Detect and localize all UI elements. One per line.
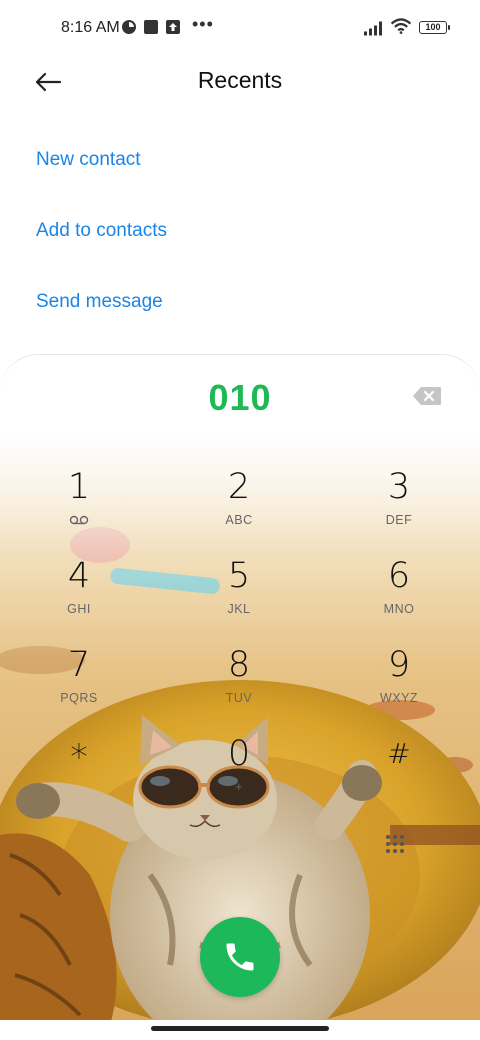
key-hash[interactable]: # <box>339 734 459 814</box>
status-time: 8:16 AM <box>61 19 120 36</box>
key-letters: MNO <box>383 602 415 616</box>
wifi-icon <box>390 18 412 34</box>
key-digit: 6 <box>387 556 411 596</box>
backspace-icon[interactable] <box>412 386 442 406</box>
home-indicator[interactable] <box>151 1026 329 1031</box>
key-letters: JKL <box>227 602 251 616</box>
key-star[interactable]: * <box>19 738 139 818</box>
key-letters: + <box>235 780 243 794</box>
keypad-grid-icon[interactable] <box>384 833 406 855</box>
key-digit: 4 <box>67 556 91 596</box>
square-notification-icon <box>144 20 158 34</box>
key-digit: 5 <box>227 556 251 596</box>
key-5[interactable]: 5 JKL <box>179 556 299 636</box>
key-digit: 3 <box>387 467 411 507</box>
data-saver-icon <box>122 20 136 34</box>
key-digit: 8 <box>227 645 251 685</box>
phone-call-icon <box>226 943 254 971</box>
key-letters: PQRS <box>60 691 98 705</box>
key-9[interactable]: 9 WXYZ <box>339 645 459 725</box>
key-digit: 0 <box>227 734 251 774</box>
key-letters: ABC <box>225 513 253 527</box>
key-letters: DEF <box>385 513 413 527</box>
battery-indicator: 100 <box>419 21 450 34</box>
key-3[interactable]: 3 DEF <box>339 467 459 547</box>
page-title: Recents <box>197 67 283 93</box>
status-bar: 8:16 AM ••• 100 <box>0 0 480 56</box>
key-digit: 9 <box>387 645 411 685</box>
key-digit: 1 <box>67 467 91 507</box>
key-7[interactable]: 7 PQRS <box>19 645 139 725</box>
key-8[interactable]: 8 TUV <box>179 645 299 725</box>
dialed-number[interactable]: 010 <box>0 377 480 419</box>
key-4[interactable]: 4 GHI <box>19 556 139 636</box>
key-letters: GHI <box>67 602 91 616</box>
more-notifications-icon: ••• <box>192 14 214 34</box>
key-6[interactable]: 6 MNO <box>339 556 459 636</box>
key-2[interactable]: 2 ABC <box>179 467 299 547</box>
navigation-bar <box>0 1020 480 1040</box>
new-contact-link[interactable]: New contact <box>36 149 141 171</box>
voicemail-icon <box>69 515 89 525</box>
key-letters: TUV <box>225 691 253 705</box>
cellular-signal-icon <box>364 21 382 36</box>
call-button[interactable] <box>200 917 280 997</box>
key-digit: 2 <box>227 467 251 507</box>
add-to-contacts-link[interactable]: Add to contacts <box>36 220 167 242</box>
key-digit: # <box>387 737 411 770</box>
send-message-link[interactable]: Send message <box>36 291 163 313</box>
key-letters: WXYZ <box>379 691 419 705</box>
dialer-panel: 010 1 2 ABC 3 DEF 4 GHI 5 JKL 6 MNO 7 PQ… <box>0 354 480 1024</box>
key-1[interactable]: 1 <box>19 467 139 547</box>
key-0[interactable]: 0 + <box>179 734 299 814</box>
key-digit: * <box>70 738 88 778</box>
upload-icon <box>166 20 180 34</box>
key-digit: 7 <box>67 645 91 685</box>
